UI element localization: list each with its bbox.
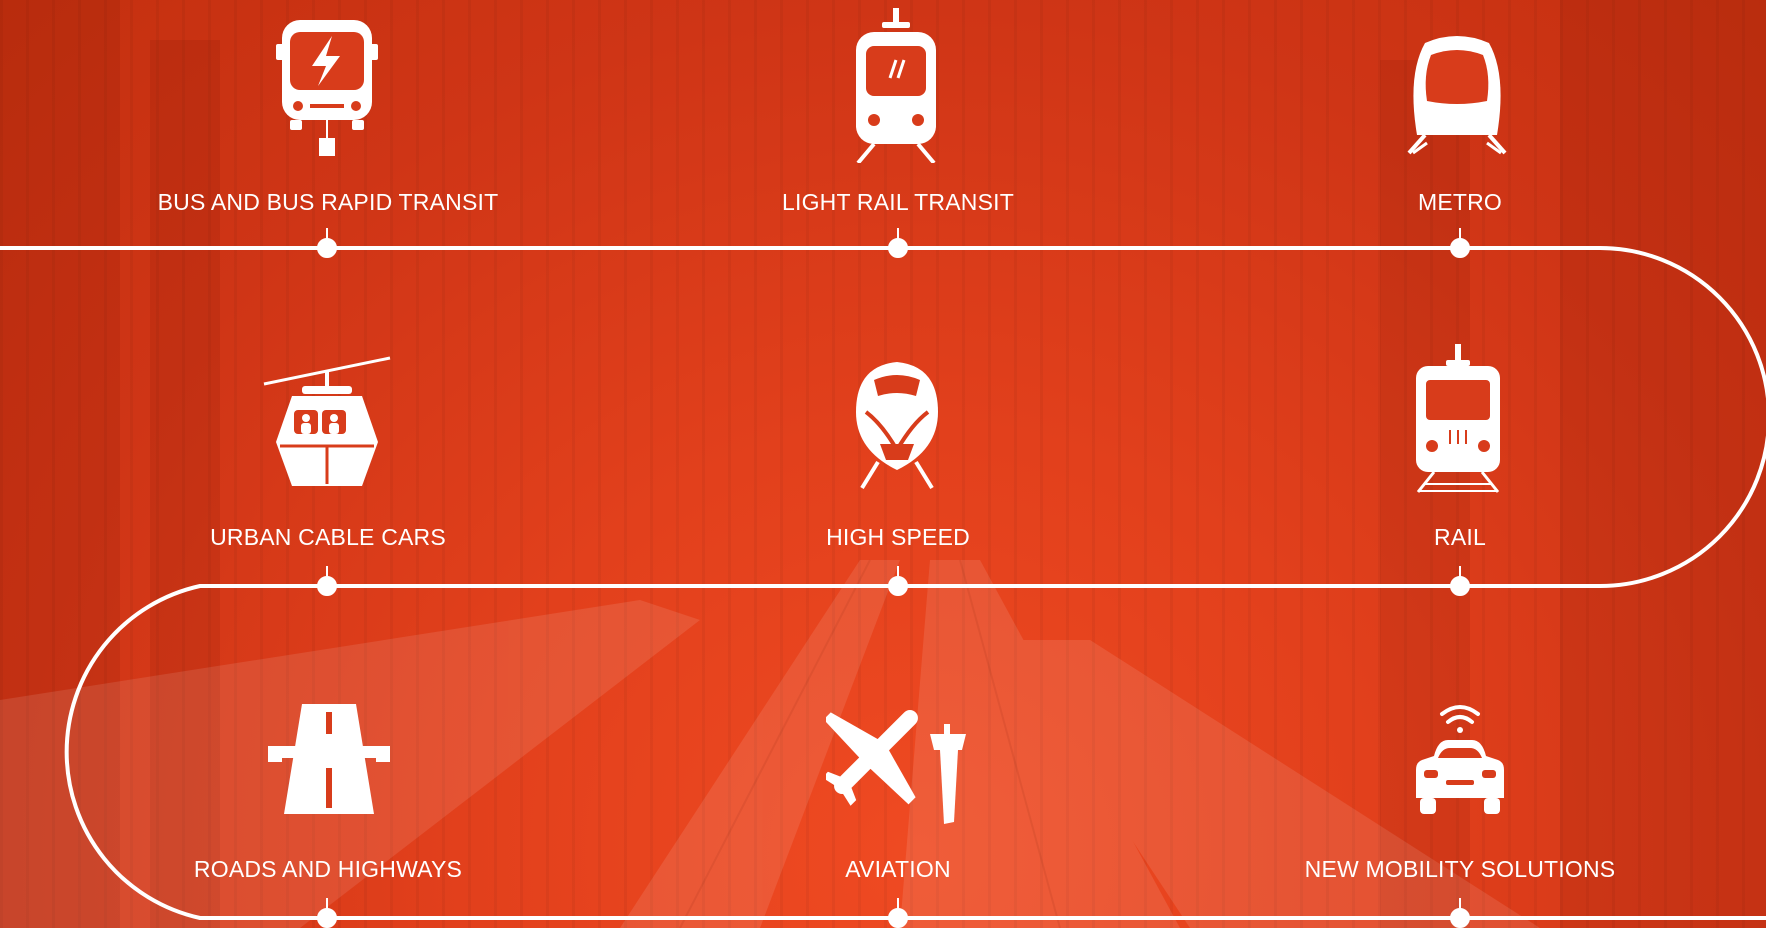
high-speed-train-icon <box>852 362 942 490</box>
label-metro: METRO <box>1417 189 1503 215</box>
label-new-mobility: NEW MOBILITY SOLUTIONS <box>1304 856 1616 882</box>
airplane-tower-icon <box>826 694 972 824</box>
label-high-speed: HIGH SPEED <box>826 524 970 550</box>
label-aviation: AVIATION <box>845 856 951 882</box>
label-rail: RAIL <box>1434 524 1486 550</box>
rail-train-icon <box>1410 344 1506 494</box>
electric-bus-icon <box>272 18 382 158</box>
label-bus: BUS AND BUS RAPID TRANSIT <box>157 189 499 215</box>
label-cable-cars: URBAN CABLE CARS <box>210 524 446 550</box>
light-rail-icon <box>852 8 942 163</box>
label-roads: ROADS AND HIGHWAYS <box>193 856 463 882</box>
transport-modes-infographic: BUS AND BUS RAPID TRANSIT LIGHT RAIL TRA… <box>0 0 1766 928</box>
metro-train-icon <box>1407 35 1507 155</box>
label-light-rail: LIGHT RAIL TRANSIT <box>782 189 1014 215</box>
connected-car-icon <box>1414 700 1506 816</box>
highway-icon <box>268 704 390 814</box>
cable-car-icon <box>262 356 392 491</box>
